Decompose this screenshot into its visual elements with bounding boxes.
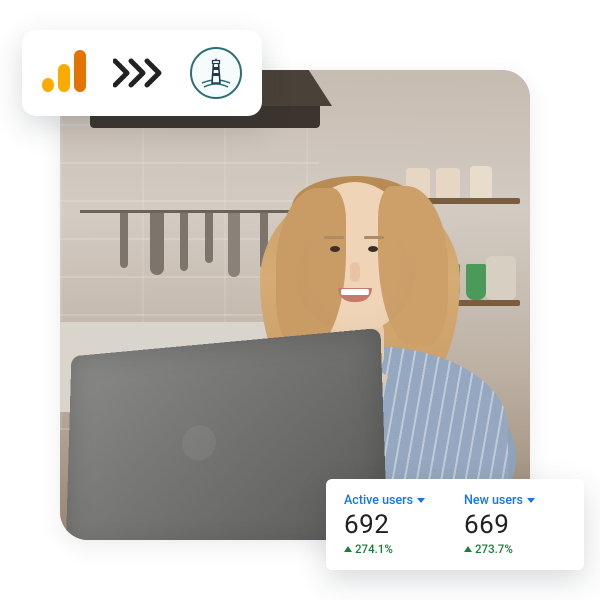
metric-dropdown-active-users[interactable]: Active users xyxy=(344,493,446,508)
metric-delta: 274.1% xyxy=(344,542,446,556)
metric-value: 692 xyxy=(344,510,446,540)
metric-value: 669 xyxy=(464,510,566,540)
arrow-up-icon xyxy=(464,546,472,552)
metric-active-users: Active users 692 274.1% xyxy=(344,493,446,556)
metric-label: Active users xyxy=(344,493,413,508)
chevron-down-icon xyxy=(527,498,535,503)
hero-photo xyxy=(60,70,530,540)
lighthouse-icon xyxy=(190,47,242,99)
analytics-stats-card: Active users 692 274.1% New users 669 27… xyxy=(326,479,584,570)
integration-badge xyxy=(22,30,262,116)
arrow-up-icon xyxy=(344,546,352,552)
metric-new-users: New users 669 273.7% xyxy=(464,493,566,556)
metric-dropdown-new-users[interactable]: New users xyxy=(464,493,566,508)
google-analytics-icon xyxy=(42,50,88,96)
metric-delta: 273.7% xyxy=(464,542,566,556)
triple-chevron-right-icon xyxy=(113,58,165,88)
chevron-down-icon xyxy=(417,498,425,503)
metric-label: New users xyxy=(464,493,523,508)
